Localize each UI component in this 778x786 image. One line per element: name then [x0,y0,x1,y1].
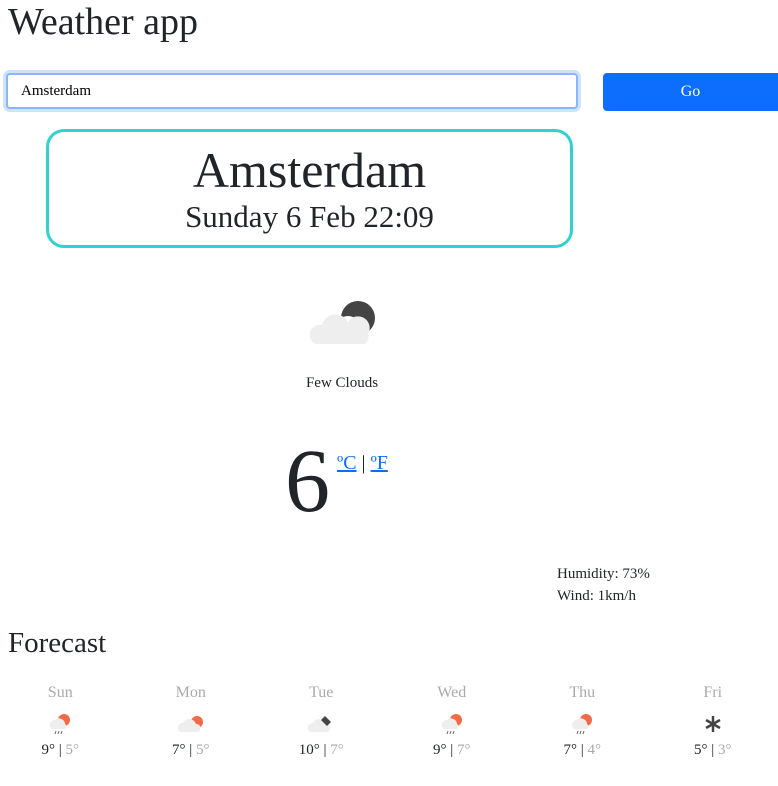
city-search-input[interactable] [6,73,578,109]
forecast-title: Forecast [8,627,107,659]
app-title: Weather app [8,1,198,43]
city-name: Amsterdam [192,142,427,198]
unit-toggle: ºC | ºF [337,452,388,475]
forecast-list: Sun 9° | 5° Mon 7° | 5° Tue 10° | 7° Wed… [0,684,778,759]
forecast-day: Fri 5° | 3° [648,684,778,759]
forecast-day-name: Sun [47,684,73,701]
city-card: Amsterdam Sunday 6 Feb 22:09 [46,129,573,248]
forecast-day: Sun 9° | 5° [0,684,126,759]
forecast-high: 7° [171,742,186,758]
celsius-link[interactable]: ºC [337,452,357,474]
forecast-day: Wed 9° | 7° [387,684,518,759]
forecast-high: 7° [563,742,577,758]
current-date: Sunday 6 Feb 22:09 [185,199,434,234]
cloudy-dark-icon [256,706,387,742]
forecast-high: 9° [432,742,447,758]
forecast-low: 7° [457,742,471,758]
cloudy-day-icon [126,706,257,742]
forecast-day-name: Thu [569,684,596,701]
fahrenheit-link[interactable]: ºF [371,452,388,474]
go-button[interactable]: Go [603,73,778,111]
rain-day-icon [387,706,518,742]
weather-description: Few Clouds [305,375,379,391]
forecast-day-name: Fri [703,684,723,701]
forecast-low: 4° [587,742,602,758]
current-temperature: 6 [285,432,330,531]
forecast-day-name: Wed [437,684,467,701]
forecast-day: Tue 10° | 7° [256,684,387,759]
forecast-day: Mon 7° | 5° [126,684,257,759]
forecast-high: 5° [693,742,708,758]
forecast-day-name: Mon [175,684,206,701]
wind: Wind: 1km/h [557,588,636,604]
snow-icon [648,706,778,742]
forecast-low: 5° [196,742,210,758]
humidity: Humidity: 73% [557,566,650,582]
forecast-low: 5° [65,742,80,758]
forecast-low: 7° [330,742,344,758]
rain-day-icon [0,706,126,742]
forecast-day-name: Tue [309,684,334,701]
forecast-high: 9° [41,742,55,758]
few-clouds-night-icon [308,298,378,352]
forecast-low: 3° [718,742,732,758]
unit-separator: | [361,452,366,474]
forecast-day: Thu 7° | 4° [517,684,648,759]
weather-details: Humidity: 73% Wind: 1km/h [557,563,650,607]
forecast-high: 10° [298,742,320,758]
rain-day-icon [517,706,648,742]
